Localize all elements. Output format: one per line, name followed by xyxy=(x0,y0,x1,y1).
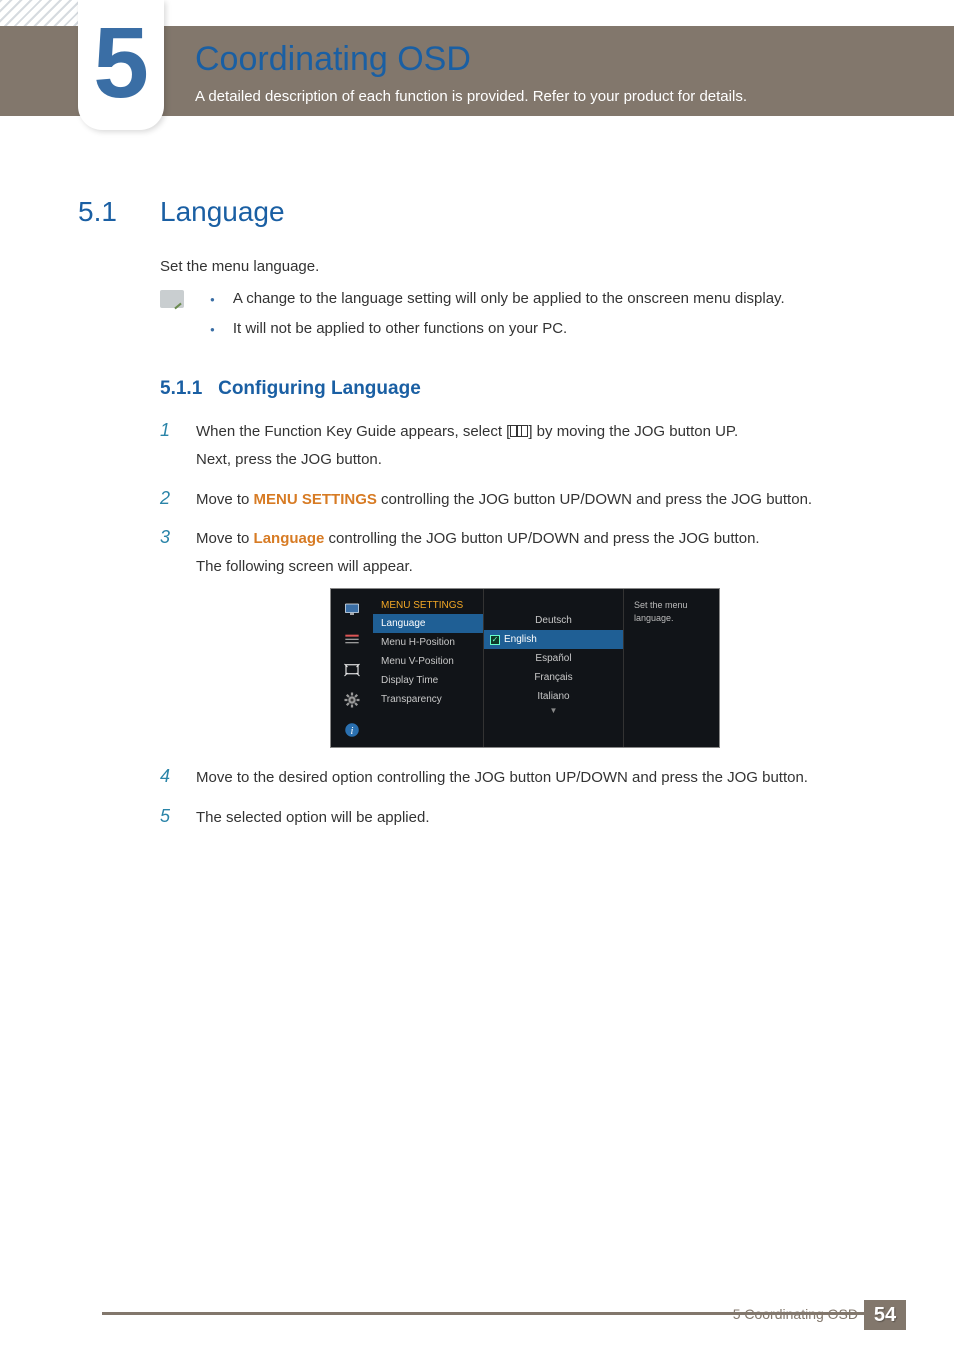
info-icon: i xyxy=(341,721,363,739)
note-icon xyxy=(160,290,184,308)
chevron-down-icon: ▼ xyxy=(484,706,623,715)
step-text: Move to the desired option controlling t… xyxy=(196,764,808,792)
osd-menu-item: Transparency xyxy=(373,690,483,709)
keyword: Language xyxy=(254,530,325,547)
step-row: 4 Move to the desired option controlling… xyxy=(160,764,884,792)
size-icon xyxy=(341,661,363,679)
footer-label: 5 Coordinating OSD xyxy=(733,1306,858,1322)
section-intro: Set the menu language. xyxy=(160,258,319,275)
list-icon xyxy=(341,631,363,649)
bullet-icon: ● xyxy=(210,320,215,340)
step-row: 2 Move to MENU SETTINGS controlling the … xyxy=(160,486,884,514)
osd-menu-item: Menu H-Position xyxy=(373,633,483,652)
bullet-icon: ● xyxy=(210,290,215,310)
chapter-title: Coordinating OSD xyxy=(195,40,471,79)
subsection-heading: 5.1.1 Configuring Language xyxy=(160,378,421,400)
step-number: 1 xyxy=(160,420,174,441)
note-text: A change to the language setting will on… xyxy=(233,290,785,310)
gear-icon xyxy=(341,691,363,709)
monitor-icon xyxy=(341,601,363,619)
osd-icon-column: i xyxy=(331,589,373,747)
osd-description: Set the menu language. xyxy=(623,589,719,747)
page-number: 54 xyxy=(864,1300,906,1330)
osd-option: Français xyxy=(484,668,623,687)
osd-header: MENU SETTINGS xyxy=(373,597,483,614)
step-text: The selected option will be applied. xyxy=(196,804,429,832)
step-number: 5 xyxy=(160,806,174,827)
section-number: 5.1 xyxy=(78,196,117,228)
subsection-title: Configuring Language xyxy=(218,378,421,399)
osd-option-column: Deutsch ✓English Español Français Italia… xyxy=(483,589,623,747)
osd-menu-item: Display Time xyxy=(373,671,483,690)
chapter-subtitle: A detailed description of each function … xyxy=(195,88,747,105)
chapter-badge: 5 xyxy=(78,0,164,130)
chapter-number: 5 xyxy=(93,13,149,113)
check-icon: ✓ xyxy=(490,635,500,645)
osd-menu-column: MENU SETTINGS Language Menu H-Position M… xyxy=(373,589,483,747)
osd-option: Español xyxy=(484,649,623,668)
menu-guide-icon xyxy=(510,425,528,437)
note-text: It will not be applied to other function… xyxy=(233,320,567,340)
step-row: 5 The selected option will be applied. xyxy=(160,804,884,832)
osd-screenshot: i MENU SETTINGS Language Menu H-Position… xyxy=(330,588,720,748)
list-item: ● A change to the language setting will … xyxy=(210,290,874,310)
step-row: 1 When the Function Key Guide appears, s… xyxy=(160,418,884,474)
step-number: 2 xyxy=(160,488,174,509)
steps-list: 1 When the Function Key Guide appears, s… xyxy=(160,418,884,593)
subsection-number: 5.1.1 xyxy=(160,378,202,399)
list-item: ● It will not be applied to other functi… xyxy=(210,320,874,340)
keyword: MENU SETTINGS xyxy=(254,491,377,508)
osd-option: Italiano xyxy=(484,687,623,706)
step-text: When the Function Key Guide appears, sel… xyxy=(196,418,738,474)
steps-list-continued: 4 Move to the desired option controlling… xyxy=(160,764,884,844)
step-text: Move to Language controlling the JOG but… xyxy=(196,525,760,581)
step-number: 3 xyxy=(160,527,174,548)
step-row: 3 Move to Language controlling the JOG b… xyxy=(160,525,884,581)
section-title: Language xyxy=(160,196,285,228)
step-text: Move to MENU SETTINGS controlling the JO… xyxy=(196,486,812,514)
svg-text:i: i xyxy=(351,726,354,737)
note-list: ● A change to the language setting will … xyxy=(210,290,874,350)
osd-option: Deutsch xyxy=(484,611,623,630)
osd-option-selected: ✓English xyxy=(484,630,623,649)
step-number: 4 xyxy=(160,766,174,787)
osd-menu-item: Menu V-Position xyxy=(373,652,483,671)
osd-menu-item: Language xyxy=(373,614,483,633)
